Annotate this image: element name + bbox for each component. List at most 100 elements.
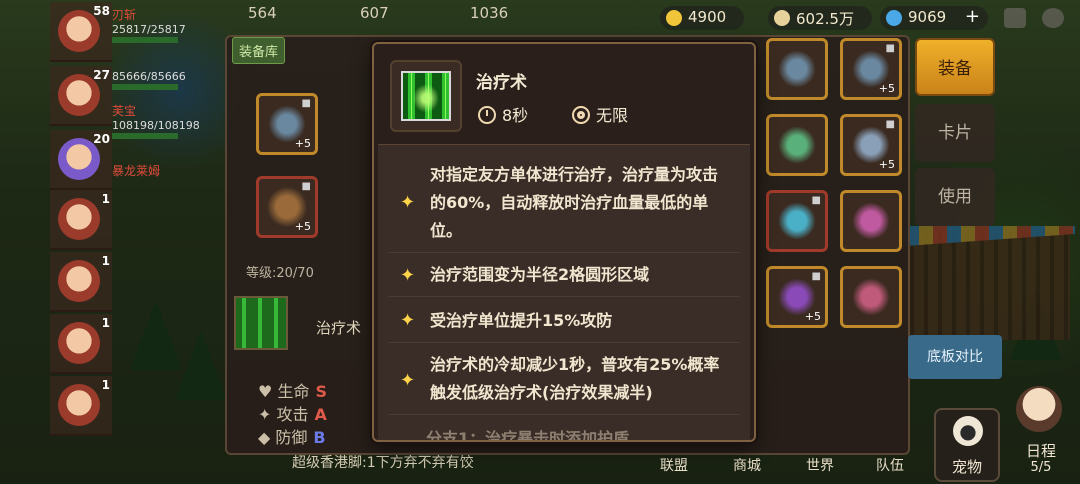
attribute-name: 攻击 (276, 405, 309, 424)
nav-world[interactable]: 世界 (806, 455, 834, 475)
armor-slot[interactable]: ■ +5 (256, 176, 318, 238)
hero-level: 1 (101, 316, 110, 330)
effect-entry: ✦ 治疗术的冷却减少1秒，普攻有25%概率触发低级治疗术(治疗效果减半) (388, 345, 740, 415)
inventory-slot[interactable] (840, 190, 902, 252)
hero-hp-box: 85666/85666 (112, 70, 186, 90)
settings-gear-icon[interactable] (1042, 8, 1064, 28)
gem-resource[interactable]: 9069 + (880, 6, 988, 30)
effect-text: 分支1：治疗暴击时添加护盾 (426, 429, 630, 442)
hero-hp-box: 暴龙莱姆 (112, 162, 160, 179)
schedule-avatar (1016, 386, 1062, 432)
hero-level: 1 (101, 378, 110, 392)
team-member[interactable]: 20 (50, 130, 112, 190)
attribute-name: 生命 (277, 382, 310, 401)
equipment-library-tab[interactable]: 装备库 (232, 37, 286, 64)
target-range-icon (572, 106, 590, 124)
gold-resource[interactable]: 4900 (660, 6, 744, 30)
silver-coin-icon (774, 10, 790, 26)
top-stat: 607 (360, 4, 389, 22)
team-member[interactable]: 1 (50, 190, 112, 250)
nav-alliance[interactable]: 联盟 (660, 455, 688, 475)
use-button[interactable]: 使用 (915, 168, 995, 226)
inventory-slot[interactable] (840, 266, 902, 328)
necklace-icon (849, 199, 893, 243)
effect-text: 治疗范围变为半径2格圆形区域 (430, 265, 650, 284)
inventory-slot[interactable]: ■ +5 (766, 266, 828, 328)
star-bullet-icon: ✦ (400, 265, 416, 286)
level-label: 等级:20/70 (246, 266, 314, 281)
compare-button[interactable]: 底板对比 (908, 335, 1002, 379)
paw-icon: ● (953, 416, 983, 446)
hero-level: 1 (101, 254, 110, 268)
hero-portrait (58, 198, 100, 240)
star-bullet-icon: ✦ (400, 192, 416, 213)
hero-name: 芙宝 (112, 104, 137, 118)
lock-icon: ■ (885, 43, 895, 54)
effect-text: 治疗术的冷却减少1秒，普攻有25%概率触发低级治疗术(治疗效果减半) (430, 355, 720, 402)
ring-icon (775, 123, 819, 167)
hero-name: 刃斩 (112, 8, 137, 22)
gold-coin-icon (666, 10, 682, 26)
lock-icon: ■ (301, 181, 311, 192)
top-stat: 564 (248, 4, 277, 22)
add-gem-icon[interactable]: + (965, 6, 980, 27)
chat-message[interactable]: 超级香港脚:1下方弃不弃有饺 (292, 452, 474, 472)
staff-icon (775, 47, 819, 91)
hero-hp: 25817/25817 (112, 23, 186, 36)
slot-enhance-level: +5 (804, 310, 821, 323)
hero-level: 58 (93, 4, 110, 18)
slot-enhance-level: +5 (294, 137, 311, 150)
attribute-row: ◆ 防御 B (258, 424, 326, 448)
effect-text: 受治疗单位提升15%攻防 (430, 311, 613, 330)
mail-icon[interactable] (1004, 8, 1026, 28)
slot-enhance-level: +5 (294, 220, 311, 233)
card-button[interactable]: 卡片 (915, 104, 995, 162)
attribute-name: 防御 (275, 428, 308, 447)
effect-entry: ✦ 对指定友方单体进行治疗，治疗量为攻击的60%，自动释放时治疗血量最低的单位。 (388, 155, 740, 253)
inventory-slot[interactable] (766, 114, 828, 176)
schedule-button[interactable]: 日程 5/5 (1006, 386, 1076, 482)
nav-team[interactable]: 队伍 (876, 455, 904, 475)
gem-value: 9069 (908, 8, 947, 26)
hero-hp-box: 刃斩 25817/25817 (112, 6, 186, 43)
sword-icon: ✦ (258, 405, 272, 424)
hp-bar (112, 84, 178, 90)
effect-entry: ✦ 治疗范围变为半径2格圆形区域 (388, 255, 740, 297)
clock-icon (478, 106, 496, 124)
skill-effects-list: ✦ 对指定友方单体进行治疗，治疗量为攻击的60%，自动释放时治疗血量最低的单位。… (378, 144, 750, 440)
pet-button[interactable]: ● 宠物 (934, 408, 1000, 482)
team-member[interactable]: 27 (50, 66, 112, 126)
weapon-slot[interactable]: ■ +5 (256, 93, 318, 155)
team-member[interactable]: 58 (50, 2, 112, 62)
hero-level: 1 (101, 192, 110, 206)
inventory-slot[interactable] (766, 38, 828, 100)
star-bullet-icon: ✦ (400, 370, 416, 391)
pet-label: 宠物 (951, 458, 982, 476)
team-member[interactable]: 1 (50, 376, 112, 436)
hero-level: 27 (93, 68, 110, 82)
nav-shop[interactable]: 商城 (733, 455, 761, 475)
hero-portrait (58, 260, 100, 302)
skill-thumbnail[interactable] (234, 296, 288, 350)
silver-resource[interactable]: 602.5万 (768, 6, 872, 30)
team-member[interactable]: 1 (50, 252, 112, 312)
inventory-slot[interactable]: ■ +5 (840, 38, 902, 100)
equip-button[interactable]: 装备 (915, 38, 995, 96)
skill-icon-frame (390, 60, 462, 132)
team-member[interactable]: 1 (50, 314, 112, 374)
attribute-row: ♥ 生命 S (258, 378, 327, 402)
lock-icon: ■ (885, 119, 895, 130)
inventory-slot[interactable]: ■ +5 (840, 114, 902, 176)
slot-enhance-level: +5 (878, 158, 895, 171)
hero-name: 暴龙莱姆 (112, 164, 161, 178)
gold-value: 4900 (688, 8, 727, 26)
cooldown: 8秒 (478, 102, 528, 126)
attribute-grade: A (314, 405, 327, 424)
inventory-slot[interactable]: ■ (766, 190, 828, 252)
attribute-grade: B (313, 428, 326, 447)
lock-icon: ■ (301, 98, 311, 109)
gem-icon (886, 10, 902, 26)
skill-name: 治疗术 (316, 319, 362, 337)
range-value: 无限 (596, 106, 629, 125)
slot-enhance-level: +5 (878, 82, 895, 95)
